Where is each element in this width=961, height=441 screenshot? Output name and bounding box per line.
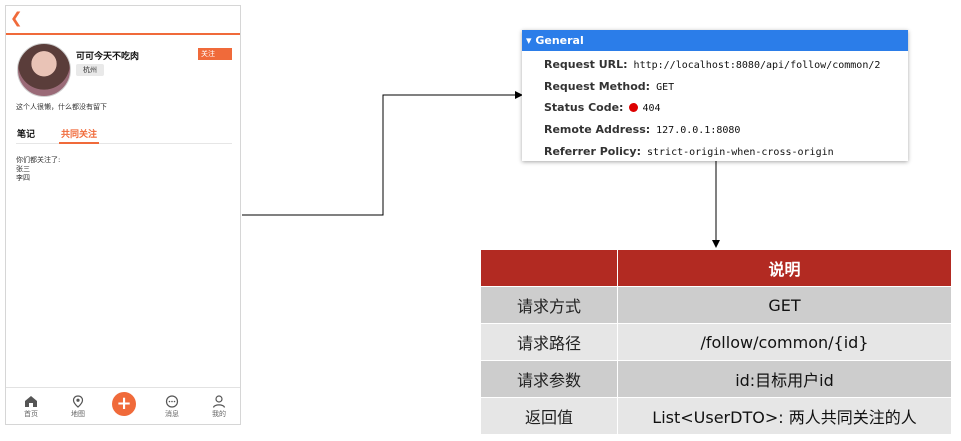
arrow-phone-to-devtools bbox=[242, 91, 523, 216]
status-dot-icon bbox=[629, 103, 639, 112]
remote-address-row: Remote Address: 127.0.0.1:8080 bbox=[544, 123, 740, 136]
status-code-row: Status Code: 404 bbox=[544, 101, 661, 114]
devtools-general-panel: ▾ General Request URL: http://localhost:8… bbox=[522, 30, 908, 161]
request-method-label: Request Method: bbox=[544, 80, 651, 93]
request-url-value: http://localhost:8080/api/follow/common/… bbox=[633, 60, 881, 71]
table-header-cell: 说明 bbox=[617, 249, 952, 287]
request-url-row: Request URL: http://localhost:8080/api/fo… bbox=[544, 58, 880, 71]
table-key-cell: 请求路径 bbox=[480, 323, 618, 361]
status-code-value: 404 bbox=[642, 103, 661, 114]
table-value-cell: /follow/common/{id} bbox=[617, 323, 952, 361]
request-method-row: Request Method: GET bbox=[544, 80, 674, 93]
table-value-cell: List<UserDTO>: 两人共同关注的人 bbox=[617, 397, 952, 435]
table-key-cell: 请求方式 bbox=[480, 286, 618, 324]
api-spec-table: 说明 请求方式 GET 请求路径 /follow/common/{id} 请求参… bbox=[480, 249, 952, 435]
request-method-value: GET bbox=[656, 82, 675, 93]
referrer-policy-row: Referrer Policy: strict-origin-when-cross… bbox=[544, 145, 834, 158]
table-row: 请求路径 /follow/common/{id} bbox=[480, 323, 952, 361]
table-value-cell: GET bbox=[617, 286, 952, 324]
request-url-label: Request URL: bbox=[544, 58, 628, 71]
table-value-cell: id:目标用户id bbox=[617, 360, 952, 398]
status-code-label: Status Code: bbox=[544, 101, 624, 114]
table-row: 返回值 List<UserDTO>: 两人共同关注的人 bbox=[480, 397, 952, 435]
remote-address-value: 127.0.0.1:8080 bbox=[656, 125, 741, 136]
referrer-policy-value: strict-origin-when-cross-origin bbox=[647, 147, 834, 158]
referrer-policy-label: Referrer Policy: bbox=[544, 145, 641, 158]
table-header-row: 说明 bbox=[480, 249, 952, 287]
table-row: 请求方式 GET bbox=[480, 286, 952, 324]
table-key-cell: 返回值 bbox=[480, 397, 618, 435]
general-section-header[interactable]: ▾ General bbox=[522, 30, 908, 51]
table-key-cell: 请求参数 bbox=[480, 360, 618, 398]
table-row: 请求参数 id:目标用户id bbox=[480, 360, 952, 398]
remote-address-label: Remote Address: bbox=[544, 123, 651, 136]
table-header-cell bbox=[480, 249, 618, 287]
